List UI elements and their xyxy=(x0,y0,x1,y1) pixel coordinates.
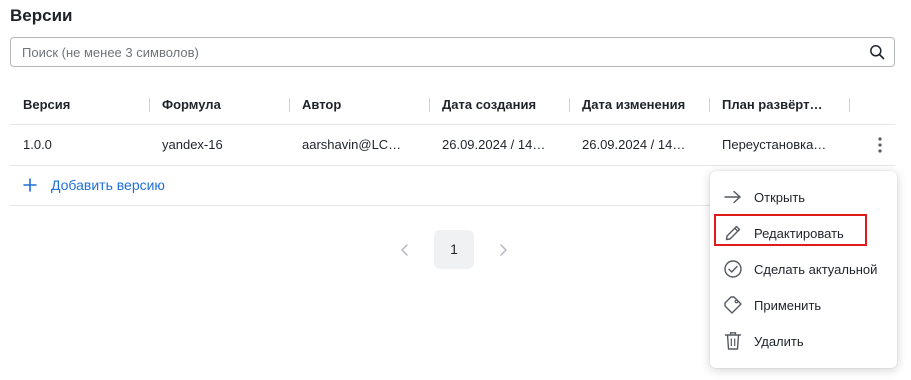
menu-item-apply[interactable]: Применить xyxy=(710,287,897,323)
menu-item-label: Редактировать xyxy=(754,225,844,241)
column-divider xyxy=(569,98,570,112)
column-divider xyxy=(289,98,290,112)
column-header-created[interactable]: Дата создания xyxy=(442,86,536,124)
tag-icon xyxy=(723,295,743,315)
page-title: Версии xyxy=(10,6,73,25)
column-header-formula[interactable]: Формула xyxy=(162,86,221,124)
menu-item-label: Открыть xyxy=(754,189,806,205)
column-header-modified[interactable]: Дата изменения xyxy=(582,86,685,124)
column-header-author[interactable]: Автор xyxy=(302,86,341,124)
trash-icon xyxy=(723,331,743,351)
chevron-left-icon[interactable] xyxy=(395,230,415,269)
column-divider xyxy=(709,98,710,112)
menu-item-make-current[interactable]: Сделать актуальной xyxy=(710,251,897,287)
add-version-label: Добавить версию xyxy=(51,177,165,193)
cell-author: aarshavin@LC… xyxy=(302,137,402,152)
menu-item-delete[interactable]: Удалить xyxy=(710,323,897,359)
menu-item-label: Сделать актуальной xyxy=(754,261,878,277)
add-version-button[interactable]: Добавить версию xyxy=(23,166,165,204)
cell-version: 1.0.0 xyxy=(23,137,52,152)
row-context-menu: Открыть Редактировать Сделать актуальной… xyxy=(710,171,897,368)
menu-item-label: Удалить xyxy=(754,333,804,349)
kebab-icon[interactable] xyxy=(872,135,888,155)
cell-deploy-plan: Переустановка… xyxy=(722,137,827,152)
cell-modified: 26.09.2024 / 14… xyxy=(582,137,686,152)
pencil-icon xyxy=(723,223,743,243)
search-field[interactable] xyxy=(10,37,895,67)
search-input[interactable] xyxy=(22,38,842,66)
arrow-right-icon xyxy=(723,187,743,207)
chevron-right-icon[interactable] xyxy=(493,230,513,269)
menu-item-label: Применить xyxy=(754,297,822,313)
cell-created: 26.09.2024 / 14… xyxy=(442,137,546,152)
cell-formula: yandex-16 xyxy=(162,137,223,152)
menu-item-edit[interactable]: Редактировать xyxy=(710,215,897,251)
column-header-deploy-plan[interactable]: План развёрт… xyxy=(722,86,822,124)
column-divider xyxy=(149,98,150,112)
search-icon[interactable] xyxy=(869,44,885,60)
table-row[interactable]: 1.0.0 yandex-16 aarshavin@LC… 26.09.2024… xyxy=(10,125,895,166)
menu-item-open[interactable]: Открыть xyxy=(710,179,897,215)
plus-icon xyxy=(23,178,37,192)
page-button-current[interactable]: 1 xyxy=(434,230,474,269)
column-divider xyxy=(849,98,850,112)
check-circle-icon xyxy=(723,259,743,279)
column-header-version[interactable]: Версия xyxy=(23,86,70,124)
column-divider xyxy=(429,98,430,112)
table-header: Версия Формула Автор Дата создания Дата … xyxy=(10,86,895,125)
